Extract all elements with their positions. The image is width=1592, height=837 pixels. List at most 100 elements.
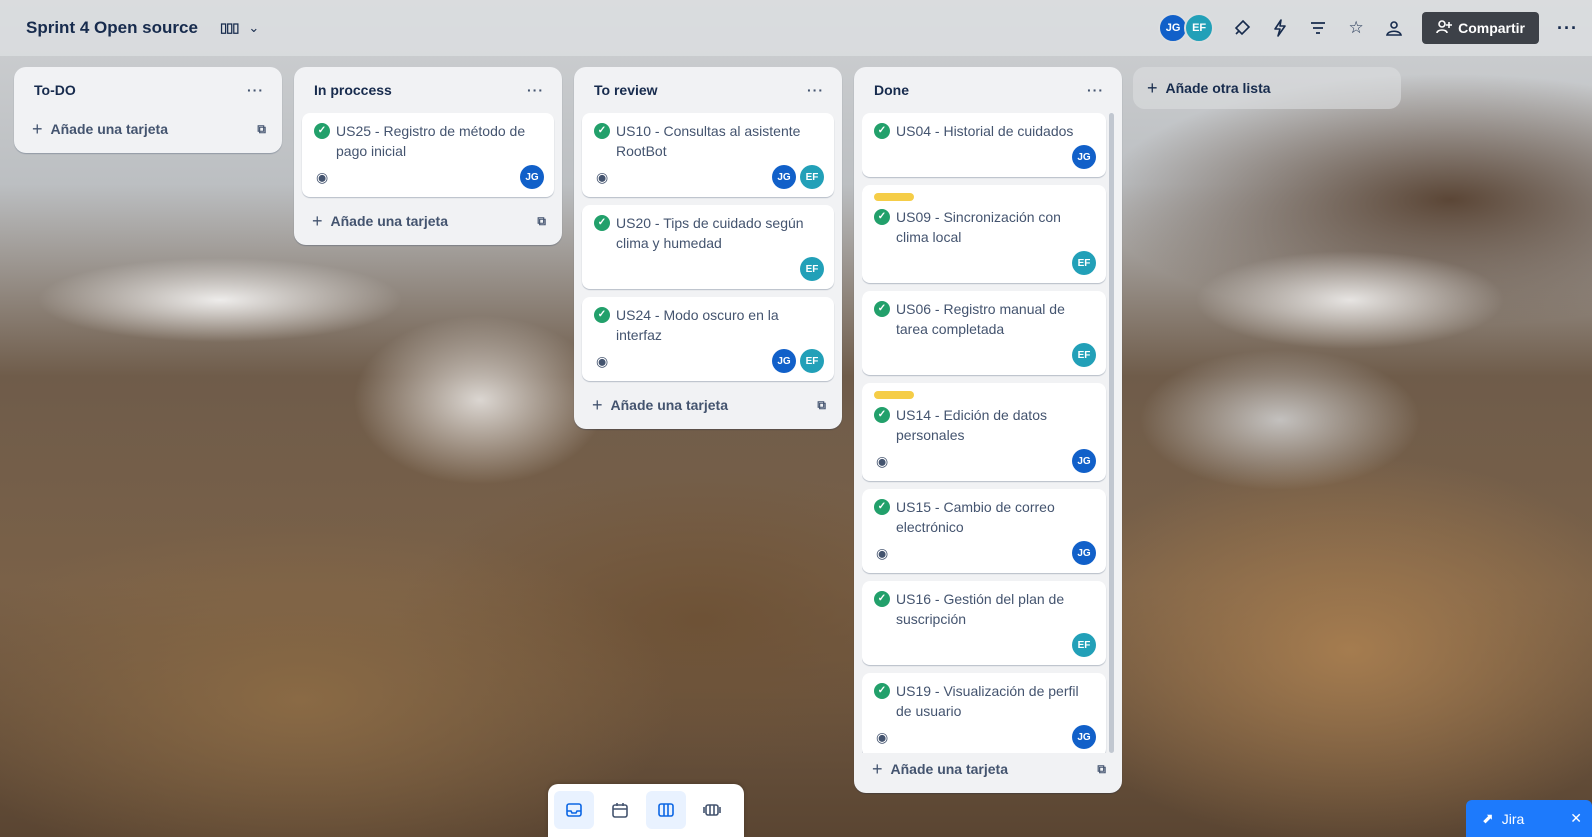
add-card-button[interactable]: + Añade una tarjeta ⧉: [302, 205, 554, 237]
avatar[interactable]: JG: [1072, 449, 1096, 473]
list-menu-icon[interactable]: ···: [527, 82, 544, 98]
plus-icon: +: [872, 758, 883, 779]
plus-icon: +: [312, 210, 323, 231]
calendar-icon[interactable]: [600, 791, 640, 829]
complete-check-icon[interactable]: ✓: [594, 123, 610, 139]
view-switcher[interactable]: ▯▯▯ ⌄: [220, 20, 259, 36]
card[interactable]: ✓ US16 - Gestión del plan de suscripción …: [862, 581, 1106, 665]
add-card-button[interactable]: + Añade una tarjeta ⧉: [582, 389, 834, 421]
inbox-icon[interactable]: [554, 791, 594, 829]
complete-check-icon[interactable]: ✓: [874, 683, 890, 699]
board-title[interactable]: Sprint 4 Open source: [26, 18, 198, 38]
card[interactable]: ✓ US20 - Tips de cuidado según clima y hu…: [582, 205, 834, 289]
list-menu-icon[interactable]: ···: [247, 82, 264, 98]
board-view-icon: ▯▯▯: [219, 20, 239, 35]
close-icon[interactable]: ✕: [1570, 810, 1582, 827]
list-menu-icon[interactable]: ···: [807, 82, 824, 98]
chevron-down-icon: ⌄: [248, 20, 260, 35]
avatar[interactable]: JG: [520, 165, 544, 189]
filter-icon[interactable]: [1308, 18, 1328, 38]
complete-check-icon[interactable]: ✓: [874, 301, 890, 317]
card[interactable]: ✓ US14 - Edición de datos personales ◉ JG: [862, 383, 1106, 481]
board-header: Sprint 4 Open source ▯▯▯ ⌄ JG EF ☆ Compa…: [0, 0, 1592, 56]
add-card-button[interactable]: + Añade una tarjeta ⧉: [862, 753, 1114, 785]
complete-check-icon[interactable]: ✓: [874, 209, 890, 225]
view-switcher-bar: [548, 784, 744, 837]
complete-check-icon[interactable]: ✓: [314, 123, 330, 139]
jira-icon: ⬈: [1482, 810, 1494, 826]
card[interactable]: ✓ US09 - Sincronización con clima local E…: [862, 185, 1106, 283]
complete-check-icon[interactable]: ✓: [874, 499, 890, 515]
card-title: US10 - Consultas al asistente RootBot: [616, 123, 801, 159]
card-title: US19 - Visualización de perfil de usuari…: [896, 683, 1079, 719]
scrollbar[interactable]: [1109, 113, 1114, 753]
card-template-icon[interactable]: ⧉: [817, 398, 826, 413]
add-user-icon: [1436, 19, 1453, 38]
board-members[interactable]: JG EF: [1158, 13, 1215, 43]
list-todo: To-DO ··· + Añade una tarjeta ⧉: [14, 67, 282, 153]
avatar[interactable]: EF: [800, 349, 824, 373]
list-title[interactable]: To-DO: [34, 82, 76, 98]
complete-check-icon[interactable]: ✓: [874, 591, 890, 607]
plus-icon: +: [1147, 77, 1158, 98]
card[interactable]: ✓ US10 - Consultas al asistente RootBot ◉…: [582, 113, 834, 197]
complete-check-icon[interactable]: ✓: [874, 407, 890, 423]
card[interactable]: ✓ US24 - Modo oscuro en la interfaz ◉ JG …: [582, 297, 834, 381]
list-menu-icon[interactable]: ···: [1087, 82, 1104, 98]
visibility-icon[interactable]: [1384, 18, 1404, 38]
avatar[interactable]: EF: [1072, 343, 1096, 367]
list-done: Done ··· ✓ US04 - Historial de cuidados J…: [854, 67, 1122, 793]
complete-check-icon[interactable]: ✓: [594, 215, 610, 231]
avatar[interactable]: JG: [1072, 725, 1096, 749]
watch-icon: ◉: [596, 352, 609, 369]
card-title: US25 - Registro de método de pago inicia…: [336, 123, 526, 159]
add-card-button[interactable]: + Añade una tarjeta ⧉: [22, 113, 274, 145]
avatar[interactable]: JG: [772, 349, 796, 373]
list-title[interactable]: In proccess: [314, 82, 392, 98]
card-template-icon[interactable]: ⧉: [1097, 762, 1106, 777]
card[interactable]: ✓ US19 - Visualización de perfil de usuar…: [862, 673, 1106, 753]
add-card-label: Añade una tarjeta: [50, 121, 168, 137]
add-list-button[interactable]: + Añade otra lista: [1133, 67, 1401, 109]
watch-icon: ◉: [876, 452, 889, 469]
card-template-icon[interactable]: ⧉: [537, 214, 546, 229]
avatar[interactable]: JG: [1072, 541, 1096, 565]
card-title: US20 - Tips de cuidado según clima y hum…: [616, 215, 804, 251]
card-title: US06 - Registro manual de tarea completa…: [896, 301, 1065, 337]
share-label: Compartir: [1458, 20, 1526, 36]
avatar[interactable]: JG: [1072, 145, 1096, 169]
power-ups-icon[interactable]: [1232, 18, 1252, 38]
complete-check-icon[interactable]: ✓: [594, 307, 610, 323]
avatar[interactable]: EF: [800, 165, 824, 189]
avatar[interactable]: EF: [1184, 13, 1215, 43]
add-card-label: Añade una tarjeta: [330, 213, 448, 229]
avatar[interactable]: EF: [1072, 251, 1096, 275]
jira-panel-tab[interactable]: ⬈ Jira ✕: [1466, 800, 1592, 837]
card-title: US14 - Edición de datos personales: [896, 407, 1047, 443]
plus-icon: +: [592, 394, 603, 415]
label-yellow[interactable]: [874, 193, 914, 201]
add-card-label: Añade una tarjeta: [890, 761, 1008, 777]
label-yellow[interactable]: [874, 391, 914, 399]
board-icon[interactable]: [646, 791, 686, 829]
switch-boards-icon[interactable]: [692, 791, 732, 829]
card[interactable]: ✓ US06 - Registro manual de tarea complet…: [862, 291, 1106, 375]
card-list-scroll[interactable]: ✓ US04 - Historial de cuidados JG ✓ US09 -…: [862, 113, 1114, 753]
card[interactable]: ✓ US15 - Cambio de correo electrónico ◉ J…: [862, 489, 1106, 573]
automation-icon[interactable]: [1270, 18, 1290, 38]
card[interactable]: ✓ US25 - Registro de método de pago inici…: [302, 113, 554, 197]
avatar[interactable]: EF: [1072, 633, 1096, 657]
card[interactable]: ✓ US04 - Historial de cuidados JG: [862, 113, 1106, 177]
watch-icon: ◉: [876, 544, 889, 561]
share-button[interactable]: Compartir: [1422, 12, 1540, 44]
watch-icon: ◉: [316, 168, 329, 185]
jira-label: Jira: [1501, 810, 1525, 827]
avatar[interactable]: EF: [800, 257, 824, 281]
card-template-icon[interactable]: ⧉: [257, 122, 266, 137]
star-icon[interactable]: ☆: [1346, 18, 1366, 38]
complete-check-icon[interactable]: ✓: [874, 123, 890, 139]
list-title[interactable]: Done: [874, 82, 909, 98]
avatar[interactable]: JG: [772, 165, 796, 189]
board-menu-icon[interactable]: ···: [1557, 18, 1578, 39]
list-title[interactable]: To review: [594, 82, 658, 98]
